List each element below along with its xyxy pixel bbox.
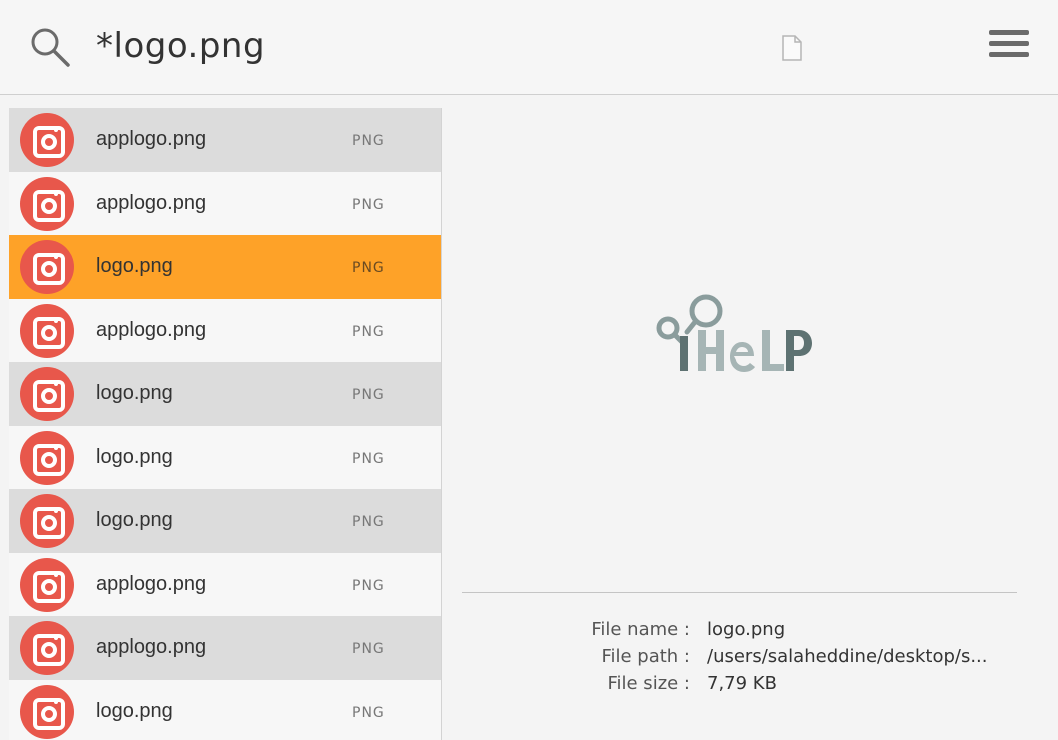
camera-flash-dot xyxy=(54,128,58,132)
file-path-label: File path : xyxy=(601,646,690,667)
file-path-value: /users/salaheddine/desktop/s... xyxy=(707,646,988,667)
camera-lens xyxy=(41,642,57,658)
camera-lens xyxy=(41,261,57,277)
camera-app-icon xyxy=(20,494,74,548)
camera-lens xyxy=(41,515,57,531)
result-name: applogo.png xyxy=(96,191,207,214)
result-row[interactable]: logo.png PNG xyxy=(9,425,441,489)
camera-lens xyxy=(41,451,57,468)
result-ext: PNG xyxy=(352,704,385,721)
camera-app-icon xyxy=(20,621,74,675)
file-name-value: logo.png xyxy=(707,619,786,640)
results-list[interactable]: applogo.png PNG applogo.png PNG logo.png PNG a… xyxy=(9,108,442,740)
result-row[interactable]: applogo.png PNG xyxy=(9,171,441,235)
camera-app-icon xyxy=(20,240,74,294)
result-ext: PNG xyxy=(352,450,385,467)
camera-lens xyxy=(41,324,57,341)
camera-app-icon xyxy=(20,430,74,485)
result-ext: PNG xyxy=(352,514,385,530)
preview-pane: File name : logo.png File path : /users/… xyxy=(442,95,1058,740)
file-size-value: 7,79 KB xyxy=(707,673,777,694)
result-row[interactable]: applogo.png PNG xyxy=(9,108,441,172)
result-row[interactable]: logo.png PNG xyxy=(9,679,441,740)
camera-lens xyxy=(41,578,57,595)
camera-flash-dot xyxy=(54,445,58,450)
result-row[interactable]: logo.png PNG xyxy=(9,489,441,553)
file-name-label: File name : xyxy=(591,619,690,640)
result-name: logo.png xyxy=(96,445,173,468)
camera-flash-dot xyxy=(54,699,58,704)
preview-divider xyxy=(462,592,1017,593)
search-icon[interactable] xyxy=(28,25,72,69)
camera-lens xyxy=(41,388,57,404)
result-row[interactable]: logo.png PNG xyxy=(9,235,441,299)
top-bar: *logo.png xyxy=(0,0,1058,95)
result-ext: PNG xyxy=(352,196,385,213)
camera-flash-dot xyxy=(54,318,58,323)
result-row[interactable]: applogo.png PNG xyxy=(9,552,441,616)
search-query[interactable]: *logo.png xyxy=(96,24,265,68)
camera-flash-dot xyxy=(54,255,58,259)
ihelp-logo xyxy=(656,294,812,372)
camera-app-icon xyxy=(20,176,74,231)
result-ext: PNG xyxy=(352,641,385,657)
result-name: logo.png xyxy=(96,255,173,277)
camera-app-icon xyxy=(20,113,74,167)
result-name: logo.png xyxy=(96,382,173,404)
camera-flash-dot xyxy=(54,509,58,513)
camera-flash-dot xyxy=(54,636,58,640)
menu-icon[interactable] xyxy=(989,28,1031,60)
file-size-label: File size : xyxy=(607,673,690,694)
result-name: applogo.png xyxy=(96,128,207,150)
result-row[interactable]: logo.png PNG xyxy=(9,362,441,426)
result-name: logo.png xyxy=(96,699,173,722)
file-icon xyxy=(782,35,802,61)
camera-app-icon xyxy=(20,303,74,358)
result-row[interactable]: applogo.png PNG xyxy=(9,298,441,362)
camera-flash-dot xyxy=(54,572,58,577)
result-ext: PNG xyxy=(352,133,385,149)
camera-lens xyxy=(41,705,57,722)
result-ext: PNG xyxy=(352,387,385,403)
camera-app-icon xyxy=(20,684,74,739)
result-name: logo.png xyxy=(96,509,173,531)
result-ext: PNG xyxy=(352,260,385,276)
camera-lens xyxy=(41,134,57,150)
camera-flash-dot xyxy=(54,382,58,386)
camera-flash-dot xyxy=(54,191,58,196)
camera-app-icon xyxy=(20,557,74,612)
result-ext: PNG xyxy=(352,577,385,594)
result-name: applogo.png xyxy=(96,636,207,658)
result-name: applogo.png xyxy=(96,572,207,595)
camera-lens xyxy=(41,197,57,214)
result-ext: PNG xyxy=(352,323,385,340)
result-name: applogo.png xyxy=(96,318,207,341)
camera-app-icon xyxy=(20,367,74,421)
result-row[interactable]: applogo.png PNG xyxy=(9,616,441,680)
file-info: File name : logo.png File path : /users/… xyxy=(442,619,1058,700)
